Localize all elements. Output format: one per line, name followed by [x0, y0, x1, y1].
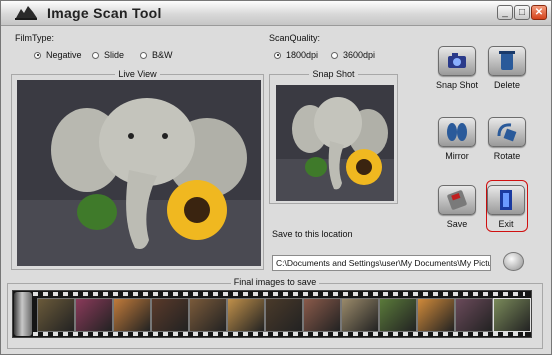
snapshot-thumbnail-image — [276, 85, 394, 201]
film-perforations-top — [33, 292, 525, 296]
radio-dot — [274, 51, 281, 59]
radio-dot — [140, 51, 147, 59]
scan-quality-label: ScanQuality: — [269, 33, 321, 43]
maximize-icon: □ — [518, 7, 526, 18]
delete-label: Delete — [493, 80, 520, 90]
rotate-label: Rotate — [493, 151, 521, 161]
film-thumbnail[interactable] — [455, 298, 493, 332]
film-thumbnail[interactable] — [113, 298, 151, 332]
radio-label: B&W — [152, 50, 173, 60]
radio-label: Slide — [104, 50, 125, 60]
exit-button[interactable]: Exit — [476, 185, 536, 237]
film-thumbnail[interactable] — [379, 298, 417, 332]
exit-label: Exit — [498, 219, 514, 229]
radio-bw[interactable]: B&W — [140, 50, 173, 60]
radio-label: Negative — [46, 50, 82, 60]
radio-label: 3600dpi — [343, 50, 376, 60]
final-images-title: Final images to save — [230, 277, 320, 287]
film-thumbnail[interactable] — [303, 298, 341, 332]
live-view-image — [17, 80, 261, 266]
rotate-button[interactable]: Rotate — [477, 117, 537, 169]
window-title: Image Scan Tool — [47, 5, 162, 21]
film-thumbnail[interactable] — [37, 298, 75, 332]
film-canister-icon — [14, 292, 32, 336]
rotate-icon — [488, 117, 526, 147]
app-logo-icon — [15, 6, 37, 20]
snap-shot-image — [276, 85, 394, 201]
film-perforations-bottom — [33, 332, 525, 336]
close-icon: ✕ — [534, 7, 544, 18]
radio-dot — [92, 51, 99, 59]
live-view-title: Live View — [115, 69, 160, 79]
film-thumbnail[interactable] — [417, 298, 455, 332]
film-thumbnail[interactable] — [493, 298, 531, 332]
mirror-icon — [438, 117, 476, 147]
elephant-sunflower-image — [17, 80, 261, 266]
camera-icon — [438, 46, 476, 76]
film-thumbnail[interactable] — [265, 298, 303, 332]
snap-shot-title: Snap Shot — [309, 69, 358, 79]
radio-dot — [331, 51, 338, 59]
radio-label: 1800dpi — [286, 50, 319, 60]
filmstrip[interactable] — [12, 290, 532, 338]
film-thumbnail[interactable] — [341, 298, 379, 332]
save-disk-icon — [438, 185, 476, 215]
film-thumbnail[interactable] — [75, 298, 113, 332]
radio-dot — [34, 51, 41, 59]
title-bar[interactable]: Image Scan Tool _ □ ✕ — [1, 1, 551, 26]
film-thumbnail[interactable] — [151, 298, 189, 332]
exit-door-icon — [487, 185, 525, 215]
radio-3600dpi[interactable]: 3600dpi — [331, 50, 375, 60]
main-window: Image Scan Tool _ □ ✕ FilmType: Negative… — [0, 0, 552, 355]
browse-folder-button[interactable] — [503, 252, 524, 271]
minimize-icon: _ — [502, 7, 508, 18]
radio-negative[interactable]: Negative — [34, 50, 82, 60]
maximize-button[interactable]: □ — [514, 5, 530, 20]
film-thumbnail[interactable] — [227, 298, 265, 332]
save-location-label: Save to this location — [272, 229, 353, 239]
close-button[interactable]: ✕ — [531, 5, 547, 20]
film-type-label: FilmType: — [15, 33, 55, 43]
radio-slide[interactable]: Slide — [92, 50, 124, 60]
trash-icon — [488, 46, 526, 76]
radio-1800dpi[interactable]: 1800dpi — [274, 50, 318, 60]
delete-button[interactable]: Delete — [477, 46, 537, 98]
minimize-button[interactable]: _ — [497, 5, 513, 20]
save-path-field[interactable]: C:\Documents and Settings\user\My Docume… — [272, 255, 491, 271]
film-thumbnail[interactable] — [189, 298, 227, 332]
